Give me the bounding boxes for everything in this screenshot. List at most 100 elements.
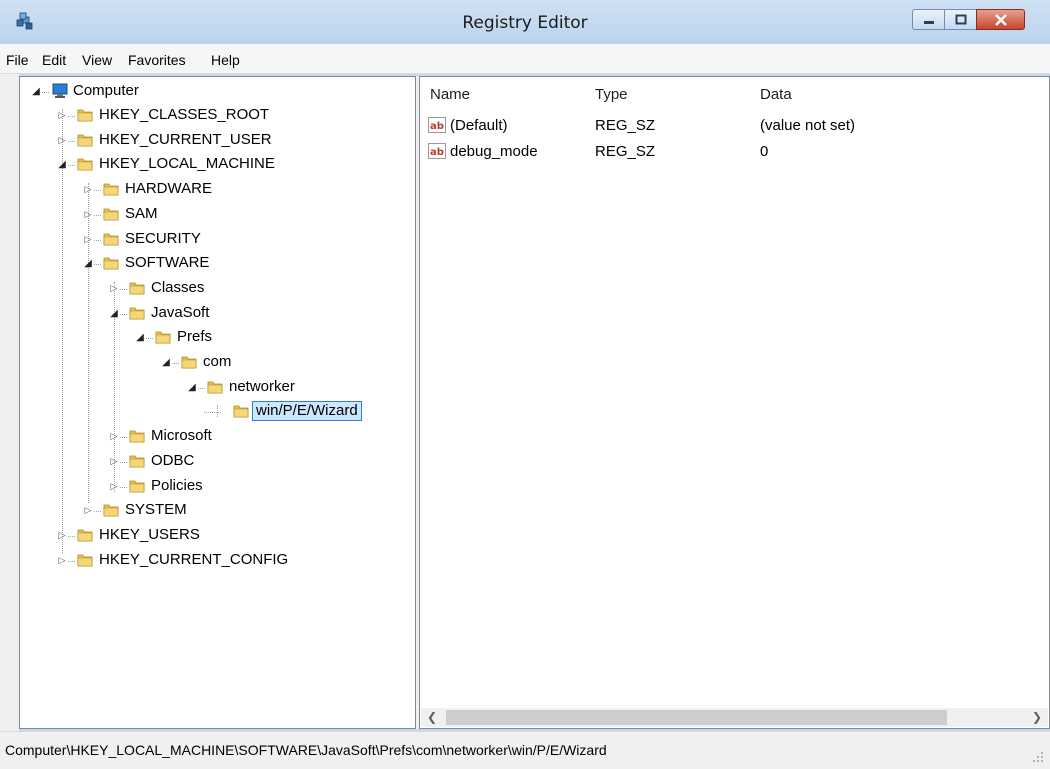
- tree-item[interactable]: ◢ JavaSoft: [20, 303, 415, 325]
- tree-item-label: Policies: [151, 476, 203, 494]
- tree-item-label: Prefs: [177, 328, 213, 346]
- value-row[interactable]: ab (Default) REG_SZ (value not set): [426, 115, 1026, 137]
- close-icon: [994, 13, 1007, 26]
- collapse-arrow-icon[interactable]: ◢: [30, 85, 42, 99]
- expand-arrow-icon[interactable]: ▷: [108, 282, 120, 296]
- values-list[interactable]: Name Type Data ab (Default) REG_SZ (valu…: [419, 76, 1050, 729]
- string-value-icon: ab: [428, 143, 446, 159]
- tree-connector: [146, 338, 153, 340]
- tree-connector: [68, 165, 75, 167]
- menu-file[interactable]: File: [6, 52, 29, 68]
- scroll-right-arrow-icon[interactable]: ❯: [1028, 708, 1046, 727]
- tree-item[interactable]: ▷ Microsoft: [20, 426, 415, 448]
- folder-icon: [77, 158, 93, 171]
- menu-edit[interactable]: Edit: [42, 52, 66, 68]
- tree-item[interactable]: ◢ networker: [20, 377, 415, 399]
- expand-arrow-icon[interactable]: ▷: [108, 480, 120, 494]
- tree-connector: [120, 486, 127, 488]
- status-bar: Computer\HKEY_LOCAL_MACHINE\SOFTWARE\Jav…: [0, 731, 1050, 769]
- scroll-left-arrow-icon[interactable]: ❮: [423, 708, 441, 727]
- menu-view[interactable]: View: [82, 52, 112, 68]
- title-bar[interactable]: Registry Editor: [0, 0, 1050, 44]
- tree-item[interactable]: ▷ SYSTEM: [20, 500, 415, 522]
- collapse-arrow-icon[interactable]: ◢: [160, 356, 172, 370]
- horizontal-scrollbar[interactable]: ❮ ❯: [421, 708, 1048, 727]
- menu-help[interactable]: Help: [211, 52, 240, 68]
- tree-item-label: JavaSoft: [151, 303, 210, 321]
- registry-tree[interactable]: ◢ Computer ▷ HKEY_CLASSES_ROOT ▷ HKEY_CURRE…: [19, 76, 416, 729]
- tree-item[interactable]: ▷ Policies: [20, 476, 415, 498]
- tree-item[interactable]: ▷ ODBC: [20, 451, 415, 473]
- expand-arrow-icon[interactable]: ▷: [82, 504, 94, 518]
- tree-item[interactable]: win/P/E/Wizard: [20, 401, 415, 423]
- tree-item-label: HKEY_LOCAL_MACHINE: [99, 155, 275, 173]
- minimize-button[interactable]: [912, 9, 945, 30]
- tree-connector: [68, 116, 75, 117]
- tree-item[interactable]: ◢ SOFTWARE: [20, 253, 415, 275]
- tree-item[interactable]: ◢ com: [20, 352, 415, 374]
- tree-item-computer[interactable]: ◢ Computer: [20, 81, 415, 103]
- column-header-data[interactable]: Data: [760, 83, 792, 107]
- folder-icon: [103, 183, 119, 196]
- window-title: Registry Editor: [462, 13, 588, 33]
- tree-item[interactable]: ▷ Classes: [20, 278, 415, 300]
- folder-icon: [207, 381, 223, 394]
- folder-icon: [103, 208, 119, 221]
- tree-connector: [120, 288, 127, 290]
- scrollbar-thumb[interactable]: [446, 710, 947, 725]
- expand-arrow-icon[interactable]: ▷: [82, 233, 94, 247]
- minimize-icon: [923, 20, 934, 24]
- collapse-arrow-icon[interactable]: ◢: [134, 331, 146, 345]
- value-data: 0: [760, 143, 769, 160]
- tree-connector: [172, 363, 179, 364]
- tree-item[interactable]: ▷ HKEY_USERS: [20, 525, 415, 547]
- close-button[interactable]: [976, 9, 1025, 30]
- expand-arrow-icon[interactable]: ▷: [56, 529, 68, 543]
- tree-item-label: SAM: [125, 204, 158, 222]
- tree-item-label: Microsoft: [151, 427, 212, 445]
- value-data: (value not set): [760, 117, 856, 134]
- folder-icon: [103, 233, 119, 245]
- tree-connector: [120, 313, 127, 315]
- tree-item[interactable]: ▷ HKEY_CURRENT_CONFIG: [20, 550, 415, 572]
- tree-item-label: com: [203, 353, 232, 370]
- column-header-type[interactable]: Type: [595, 83, 628, 107]
- expand-arrow-icon[interactable]: ▷: [108, 430, 120, 444]
- collapse-arrow-icon[interactable]: ◢: [186, 381, 198, 395]
- tree-connector: [198, 387, 205, 389]
- expand-arrow-icon[interactable]: ▷: [56, 554, 68, 568]
- tree-connector: [120, 437, 127, 439]
- resize-grip-icon[interactable]: [1032, 751, 1044, 763]
- folder-icon: [129, 480, 145, 492]
- menu-favorites[interactable]: Favorites: [128, 52, 186, 68]
- collapse-arrow-icon[interactable]: ◢: [82, 257, 94, 271]
- expand-arrow-icon[interactable]: ▷: [82, 183, 94, 197]
- expand-arrow-icon[interactable]: ▷: [56, 109, 68, 123]
- registry-editor-window: Registry Editor File Edit View Favorites…: [0, 0, 1050, 769]
- maximize-button[interactable]: [944, 9, 977, 30]
- tree-item[interactable]: ▷ SECURITY: [20, 229, 415, 251]
- tree-item[interactable]: ◢ Prefs: [20, 327, 415, 349]
- collapse-arrow-icon[interactable]: ◢: [108, 307, 120, 321]
- tree-connector: [68, 560, 75, 562]
- collapse-arrow-icon[interactable]: ◢: [56, 158, 68, 172]
- tree-item[interactable]: ◢ HKEY_LOCAL_MACHINE: [20, 154, 415, 176]
- value-row[interactable]: ab debug_mode REG_SZ 0: [426, 141, 1026, 163]
- expand-arrow-icon[interactable]: ▷: [108, 455, 120, 469]
- folder-icon: [103, 504, 119, 517]
- tree-item-label: Computer: [73, 82, 139, 99]
- column-header-name[interactable]: Name: [430, 83, 470, 107]
- folder-icon: [77, 109, 93, 122]
- tree-item-label: Classes: [151, 278, 205, 296]
- expand-arrow-icon[interactable]: ▷: [82, 208, 94, 222]
- tree-item[interactable]: ▷ HKEY_CURRENT_USER: [20, 130, 415, 152]
- tree-item[interactable]: ▷ SAM: [20, 204, 415, 226]
- expand-arrow-icon[interactable]: ▷: [56, 134, 68, 148]
- tree-item-label: HKEY_CURRENT_CONFIG: [99, 550, 289, 568]
- value-name: (Default): [450, 117, 508, 134]
- tree-connector: [94, 214, 101, 216]
- tree-item[interactable]: ▷ HARDWARE: [20, 179, 415, 201]
- tree-item-label: HKEY_CURRENT_USER: [99, 130, 272, 148]
- computer-icon: [52, 83, 68, 98]
- tree-item[interactable]: ▷ HKEY_CLASSES_ROOT: [20, 105, 415, 127]
